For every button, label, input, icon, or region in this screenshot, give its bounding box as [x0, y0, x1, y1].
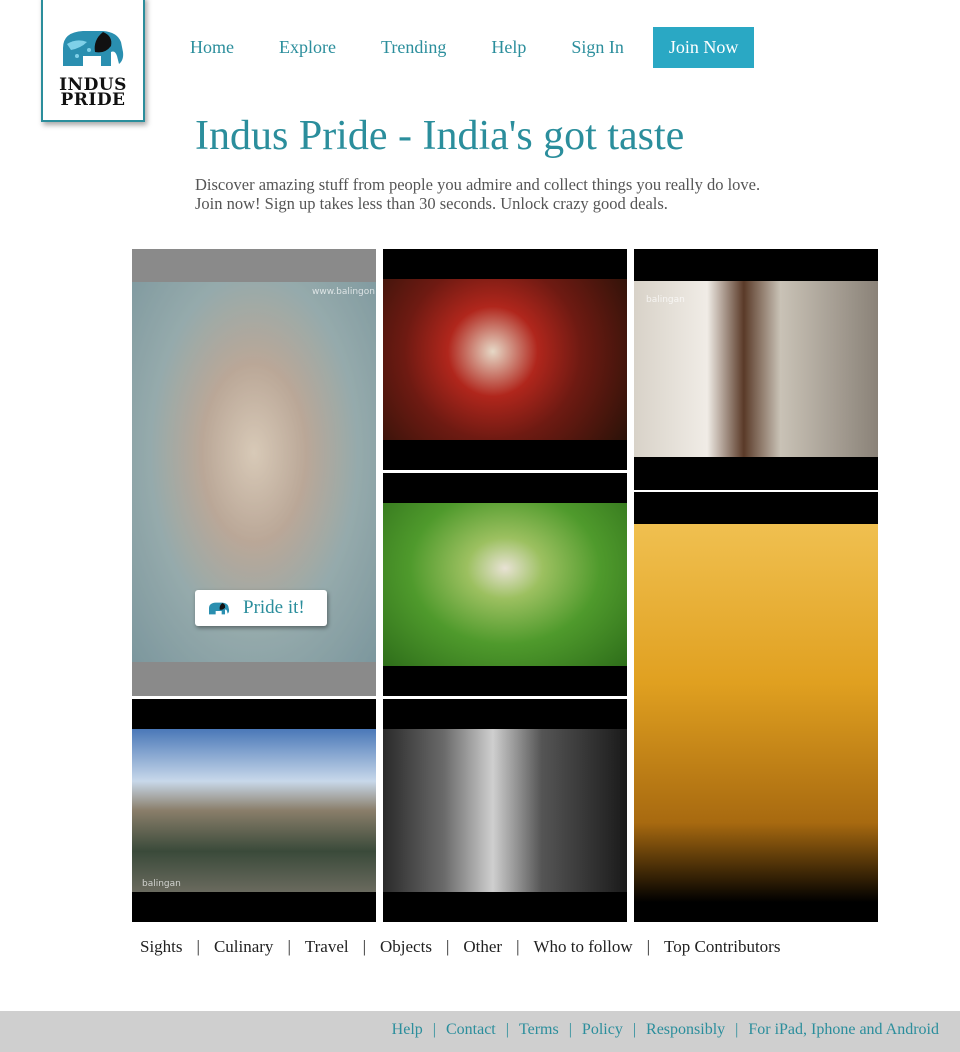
elephant-icon [209, 602, 230, 615]
separator: | [196, 937, 200, 956]
photo-watermark: balingan [646, 295, 685, 305]
category-top-contributors[interactable]: Top Contributors [664, 937, 780, 957]
subtitle-line-1: Discover amazing stuff from people you a… [195, 175, 761, 194]
page-title: Indus Pride - India's got taste [195, 113, 685, 159]
photo-theyyam-performer [383, 279, 627, 440]
nav-trending[interactable]: Trending [381, 37, 446, 58]
page-subtitle: Discover amazing stuff from people you a… [195, 175, 855, 213]
separator: | [646, 937, 651, 956]
photo-watermark: balingan [142, 879, 181, 889]
footer-link-help[interactable]: Help [392, 1021, 423, 1039]
footer: Help | Contact | Terms | Policy | Respon… [0, 1011, 960, 1052]
pride-it-label: Pride it! [243, 597, 305, 618]
footer-link-mobile-apps[interactable]: For iPad, Iphone and Android [748, 1021, 939, 1039]
category-culinary[interactable]: Culinary [214, 937, 274, 957]
category-other[interactable]: Other [463, 937, 502, 957]
separator: | [516, 937, 520, 956]
photo-tile-farmers[interactable] [383, 473, 627, 696]
photo-tile-woman-elephant[interactable]: balingan [634, 249, 878, 490]
photo-temple-pillars [383, 729, 627, 892]
category-travel[interactable]: Travel [305, 937, 349, 957]
photo-temple-tank [132, 729, 376, 892]
photo-tile-performer[interactable] [383, 249, 627, 470]
nav-sign-in[interactable]: Sign In [571, 37, 624, 58]
site-logo[interactable]: INDUS PRIDE [41, 0, 145, 122]
category-who-to-follow[interactable]: Who to follow [533, 937, 632, 957]
main-nav: Home Explore Trending Help Sign In Join … [190, 26, 755, 68]
separator: | [568, 1021, 572, 1038]
photo-sunset-tower [634, 524, 878, 922]
footer-links: Help | Contact | Terms | Policy | Respon… [392, 1021, 939, 1039]
separator: | [632, 1021, 637, 1038]
photo-watermark: www.balingon [312, 287, 375, 297]
nav-explore[interactable]: Explore [279, 37, 336, 58]
pride-it-button[interactable]: Pride it! [195, 590, 327, 626]
photo-tile-sunset-tower[interactable] [634, 492, 878, 922]
footer-link-policy[interactable]: Policy [582, 1021, 623, 1039]
photo-paddy-farmers [383, 503, 627, 666]
separator: | [432, 1021, 436, 1038]
elephant-icon [63, 31, 124, 66]
separator: | [362, 937, 367, 956]
footer-link-contact[interactable]: Contact [446, 1021, 496, 1039]
logo-text-pride: PRIDE [60, 90, 126, 110]
separator: | [287, 937, 291, 956]
footer-link-terms[interactable]: Terms [519, 1021, 559, 1039]
photo-tile-temple-tank[interactable]: balingan [132, 699, 376, 922]
separator: | [445, 937, 450, 956]
category-sights[interactable]: Sights [140, 937, 183, 957]
separator: | [505, 1021, 509, 1038]
photo-tile-temple-pillars[interactable] [383, 699, 627, 922]
category-bar: Sights | Culinary | Travel | Objects | O… [140, 937, 780, 957]
footer-link-responsibly[interactable]: Responsibly [646, 1021, 725, 1039]
nav-help[interactable]: Help [491, 37, 526, 58]
nav-home[interactable]: Home [190, 37, 234, 58]
photo-tile-buddha[interactable]: www.balingon [132, 249, 376, 696]
photo-woman-elephant [634, 281, 878, 457]
category-objects[interactable]: Objects [380, 937, 432, 957]
subtitle-line-2: Join now! Sign up takes less than 30 sec… [195, 193, 668, 213]
separator: | [735, 1021, 739, 1038]
join-now-button[interactable]: Join Now [652, 26, 755, 68]
